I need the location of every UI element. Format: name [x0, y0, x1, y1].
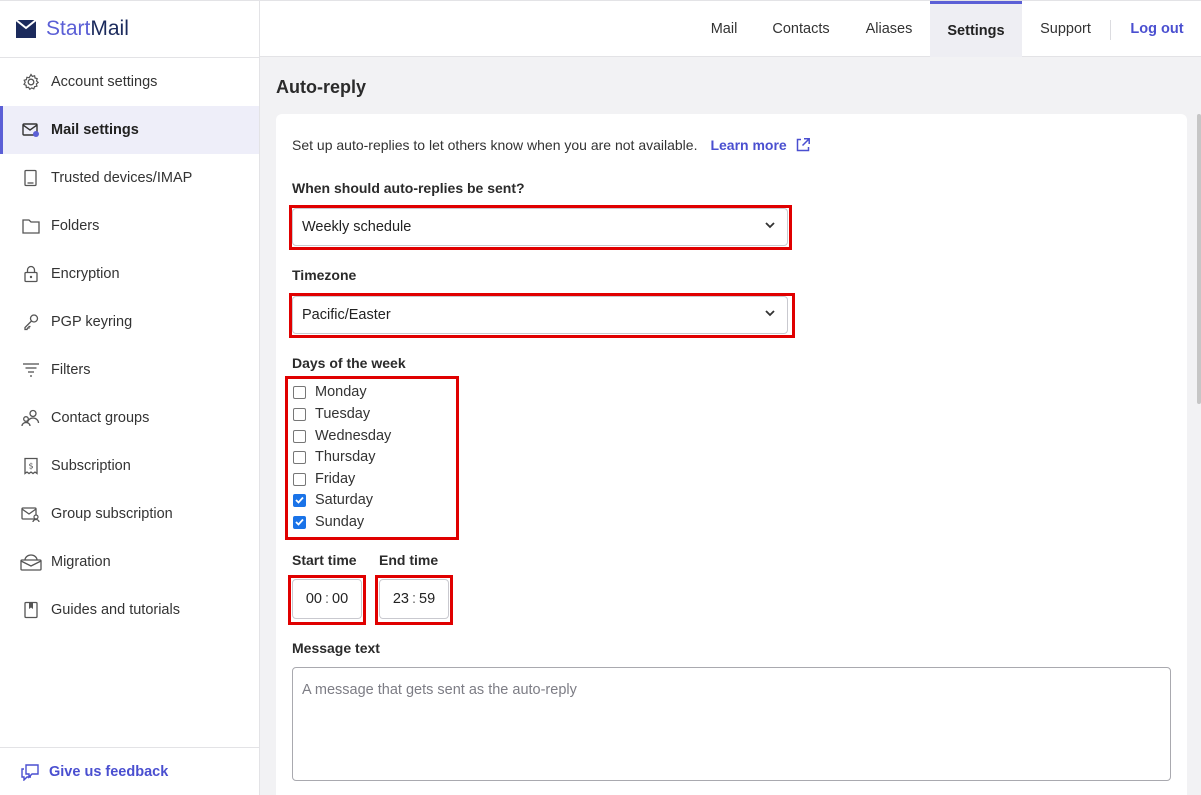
tab-aliases[interactable]: Aliases: [852, 1, 926, 57]
tab-support[interactable]: Support: [1028, 1, 1103, 57]
when-label: When should auto-replies be sent?: [292, 180, 525, 196]
sidebar-item-trusted-devices[interactable]: Trusted devices/IMAP: [0, 154, 259, 202]
learn-more-label: Learn more: [710, 137, 787, 153]
sidebar: StartMail Account settings Mail settings…: [0, 0, 260, 795]
sidebar-item-subscription[interactable]: $ Subscription: [0, 442, 259, 490]
tab-mail[interactable]: Mail: [695, 1, 753, 57]
intro-description: Set up auto-replies to let others know w…: [292, 137, 698, 153]
tab-settings[interactable]: Settings: [930, 1, 1022, 57]
sidebar-item-label: Folders: [51, 218, 100, 234]
key-icon: [20, 311, 42, 333]
logout-link[interactable]: Log out: [1126, 1, 1188, 57]
scrollbar[interactable]: [1197, 114, 1201, 404]
feedback-label: Give us feedback: [49, 763, 169, 780]
sidebar-item-guides[interactable]: Guides and tutorials: [0, 586, 259, 634]
sidebar-item-encryption[interactable]: Encryption: [0, 250, 259, 298]
sidebar-item-label: Account settings: [51, 74, 158, 90]
sidebar-item-label: Guides and tutorials: [51, 602, 180, 618]
feedback-link[interactable]: Give us feedback: [0, 747, 259, 795]
sidebar-nav: Account settings Mail settings Trusted d…: [0, 58, 259, 634]
logo[interactable]: StartMail: [0, 1, 259, 58]
sidebar-item-label: Subscription: [51, 458, 131, 474]
folder-icon: [20, 215, 42, 237]
migration-icon: [20, 551, 42, 573]
sidebar-item-label: Mail settings: [51, 122, 139, 138]
sidebar-item-label: Migration: [51, 554, 111, 570]
receipt-icon: $: [20, 455, 42, 477]
auto-reply-card: Set up auto-replies to let others know w…: [276, 114, 1187, 795]
sidebar-item-label: Contact groups: [51, 410, 150, 426]
message-label: Message text: [292, 640, 380, 656]
sidebar-item-account-settings[interactable]: Account settings: [0, 58, 259, 106]
gear-icon: [20, 71, 42, 93]
brand-mail: Mail: [90, 17, 129, 40]
highlight-box-start-time: [288, 575, 366, 625]
sidebar-item-contact-groups[interactable]: Contact groups: [0, 394, 259, 442]
start-time-label: Start time: [292, 552, 357, 568]
sidebar-item-pgp-keyring[interactable]: PGP keyring: [0, 298, 259, 346]
filter-icon: [20, 359, 42, 381]
svg-text:$: $: [28, 462, 33, 471]
lock-icon: [20, 263, 42, 285]
device-icon: [20, 167, 42, 189]
timezone-label: Timezone: [292, 267, 357, 283]
brand-start: Start: [46, 17, 91, 40]
feedback-icon: [20, 763, 40, 781]
mail-settings-icon: [20, 119, 42, 141]
learn-more-link[interactable]: Learn more: [710, 137, 810, 153]
highlight-box-end-time: [375, 575, 453, 625]
top-nav: Mail Contacts Aliases Settings Support L…: [260, 0, 1201, 57]
highlight-box-when: [289, 205, 792, 250]
sidebar-item-label: Group subscription: [51, 506, 173, 522]
highlight-box-timezone: [289, 293, 795, 338]
group-mail-icon: [20, 503, 42, 525]
intro-text: Set up auto-replies to let others know w…: [292, 137, 811, 153]
page-title: Auto-reply: [276, 77, 366, 97]
book-icon: [20, 599, 42, 621]
external-link-icon: [796, 138, 810, 152]
contact-groups-icon: [20, 407, 42, 429]
sidebar-item-migration[interactable]: Migration: [0, 538, 259, 586]
end-time-label: End time: [379, 552, 439, 568]
sidebar-item-folders[interactable]: Folders: [0, 202, 259, 250]
nav-divider: [1110, 20, 1111, 40]
sidebar-item-label: PGP keyring: [51, 314, 133, 330]
tab-contacts[interactable]: Contacts: [759, 1, 843, 57]
sidebar-item-label: Encryption: [51, 266, 120, 282]
message-textarea[interactable]: A message that gets sent as the auto-rep…: [292, 667, 1171, 781]
sidebar-item-group-subscription[interactable]: Group subscription: [0, 490, 259, 538]
sidebar-item-label: Filters: [51, 362, 91, 378]
sidebar-item-filters[interactable]: Filters: [0, 346, 259, 394]
highlight-box-days: [285, 376, 459, 540]
main-content: Auto-reply Set up auto-replies to let ot…: [260, 57, 1201, 795]
sidebar-item-label: Trusted devices/IMAP: [51, 170, 193, 186]
sidebar-item-mail-settings[interactable]: Mail settings: [0, 106, 259, 154]
days-label: Days of the week: [292, 355, 406, 371]
mail-logo-icon: [16, 20, 36, 38]
